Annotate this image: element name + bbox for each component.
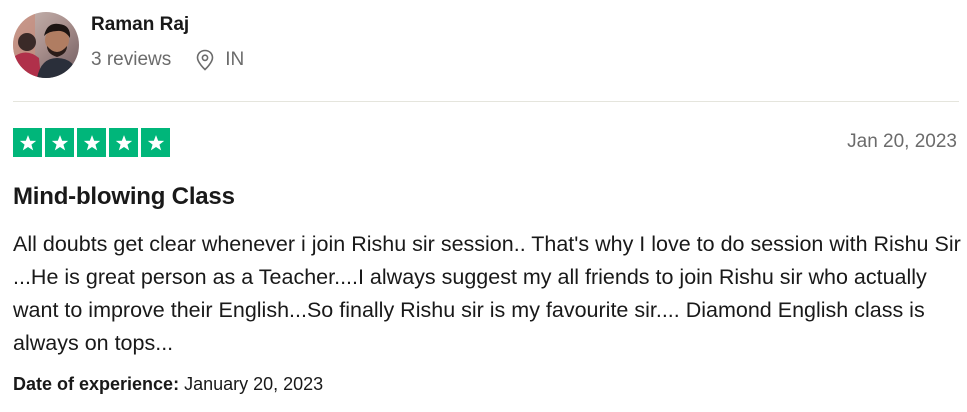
divider xyxy=(13,101,959,102)
star-icon xyxy=(109,128,138,157)
star-icon xyxy=(13,128,42,157)
location-pin-icon xyxy=(195,49,215,71)
reviewer-name[interactable]: Raman Raj xyxy=(91,14,189,36)
reviewer-avatar[interactable] xyxy=(13,12,79,78)
star-icon xyxy=(77,128,106,157)
star-icon xyxy=(45,128,74,157)
review-count: 3 reviews xyxy=(91,49,172,70)
date-of-experience: Date of experience: January 20, 2023 xyxy=(13,374,323,395)
review-title[interactable]: Mind-blowing Class xyxy=(13,183,235,211)
reviewer-country: IN xyxy=(225,49,245,70)
review-date: Jan 20, 2023 xyxy=(847,131,957,152)
review-body: All doubts get clear whenever i join Ris… xyxy=(13,232,961,355)
experience-date: January 20, 2023 xyxy=(184,374,324,394)
experience-label: Date of experience: xyxy=(13,374,180,394)
star-rating xyxy=(13,128,170,157)
review-card: Raman Raj 3 reviews IN Jan 20, 2023 Mind… xyxy=(0,0,967,412)
avatar-photo xyxy=(13,12,79,78)
reviewer-meta: 3 reviews IN xyxy=(91,49,244,71)
star-icon xyxy=(141,128,170,157)
